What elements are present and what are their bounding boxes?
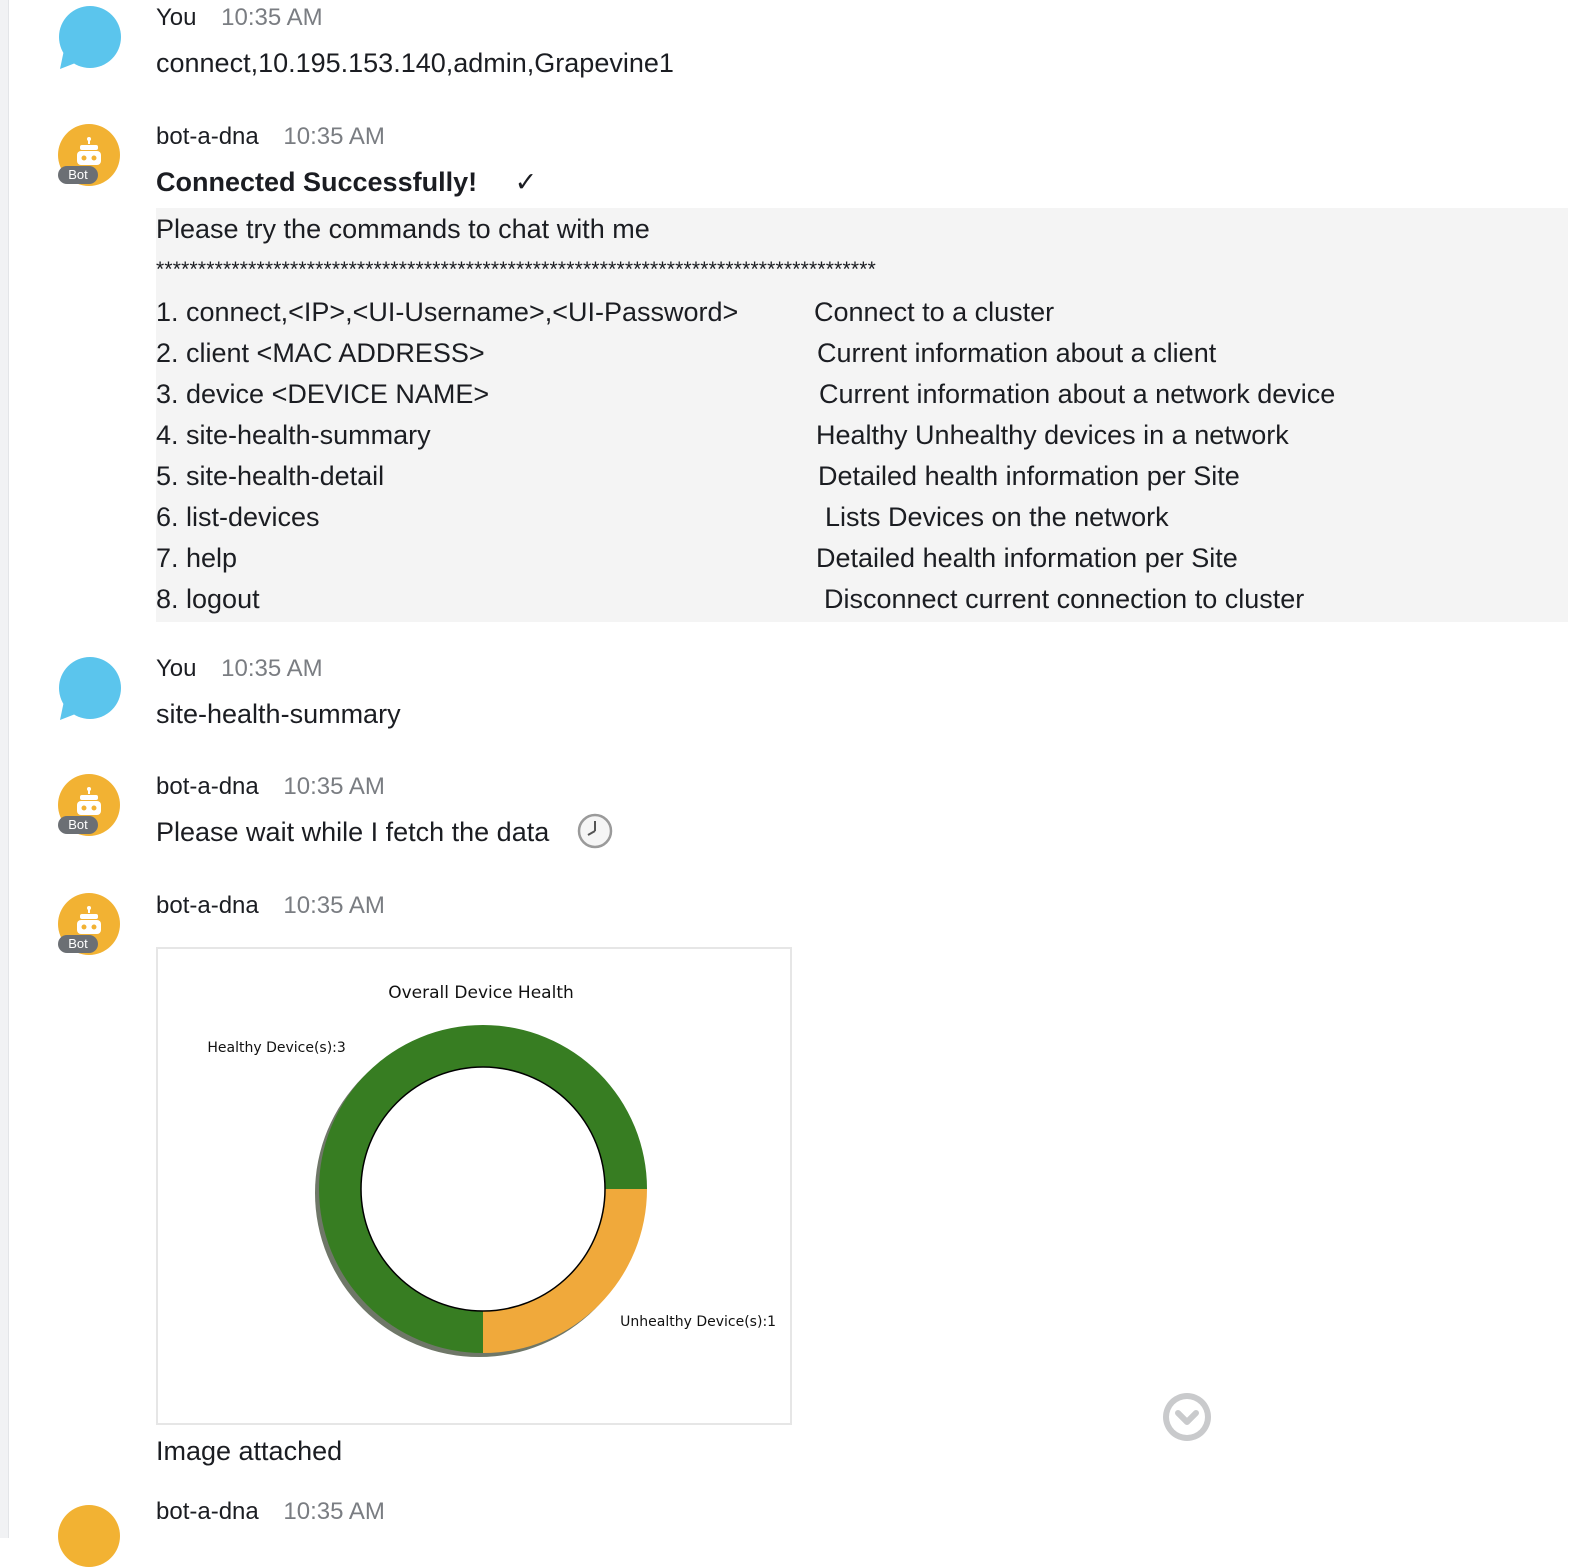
command-description: Lists Devices on the network [825,502,1169,532]
author-name[interactable]: You [156,4,197,31]
timestamp: 10:35 AM [283,892,385,919]
command-name: 4. site-health-summary [156,420,431,450]
message-meta: You 10:35 AM [156,655,323,683]
command-description: Current information about a network devi… [819,379,1336,409]
user-avatar [58,657,122,721]
chart-title: Overall Device Health [388,983,574,1003]
message-text: connect,10.195.153.140,admin,Grapevine1 [156,48,674,78]
command-name: 2. client <MAC ADDRESS> [156,338,485,368]
bot-badge: Bot [58,166,98,184]
command-name: 7. help [156,543,238,573]
chat-bubble-icon [59,6,121,69]
message-meta: You 10:35 AM [156,4,323,32]
chat-bubble-icon [59,657,121,720]
connected-title: Connected Successfully! [156,167,478,197]
checkmark-icon: ✓ [514,167,538,197]
timestamp: 10:35 AM [283,773,385,800]
author-name[interactable]: bot-a-dna [156,1498,259,1525]
command-description: Current information about a client [817,338,1217,368]
left-border [0,0,9,1538]
slice-label-unhealthy: Unhealthy Device(s):1 [620,1314,776,1330]
bot-avatar: Bot [58,893,122,957]
author-name[interactable]: bot-a-dna [156,773,259,800]
robot-icon [77,787,101,815]
chart-image-attachment[interactable]: Overall Device Health Healthy Device(s):… [156,947,792,1425]
command-name: 6. list-devices [156,502,320,532]
message-text: Please wait while I fetch the data [156,813,613,849]
command-name: 1. connect,<IP>,<UI-Username>,<UI-Passwo… [156,297,739,327]
message-heading: Connected Successfully! ✓ [156,167,537,198]
wait-text: Please wait while I fetch the data [156,817,550,847]
bot-avatar [58,1505,120,1567]
command-name: 3. device <DEVICE NAME> [156,379,490,409]
commands-intro: Please try the commands to chat with me [156,214,650,244]
device-health-chart: Overall Device Health Healthy Device(s):… [207,983,776,1357]
message-text: Image attached [156,1436,343,1466]
separator-stars: ****************************************… [156,258,877,281]
timestamp: 10:35 AM [283,1498,385,1525]
command-name: 8. logout [156,584,260,614]
message-meta: bot-a-dna 10:35 AM [156,123,385,151]
robot-icon [77,137,101,165]
slice-label-healthy: Healthy Device(s):3 [207,1040,345,1056]
command-description: Detailed health information per Site [816,543,1238,573]
robot-icon [77,906,101,934]
timestamp: 10:35 AM [283,123,385,150]
bot-avatar: Bot [58,774,122,838]
message-meta: bot-a-dna 10:35 AM [156,892,385,920]
message-text: site-health-summary [156,699,401,729]
clock-icon [577,813,612,849]
author-name[interactable]: You [156,655,197,682]
command-description: Healthy Unhealthy devices in a network [816,420,1289,450]
timestamp: 10:35 AM [221,655,323,682]
message-meta: bot-a-dna 10:35 AM [156,1498,385,1526]
command-list-panel: Please try the commands to chat with me … [156,208,1568,622]
message-meta: bot-a-dna 10:35 AM [156,773,385,801]
scroll-down-button[interactable] [1163,1393,1211,1441]
bot-badge: Bot [58,816,98,834]
command-name: 5. site-health-detail [156,461,385,491]
donut-hole [360,1066,606,1312]
command-description: Connect to a cluster [814,297,1055,327]
timestamp: 10:35 AM [221,4,323,31]
bot-badge: Bot [58,935,98,953]
bot-avatar: Bot [58,124,122,188]
author-name[interactable]: bot-a-dna [156,123,259,150]
command-description: Detailed health information per Site [818,461,1240,491]
author-name[interactable]: bot-a-dna [156,892,259,919]
command-description: Disconnect current connection to cluster [824,584,1305,614]
user-avatar [58,6,122,70]
